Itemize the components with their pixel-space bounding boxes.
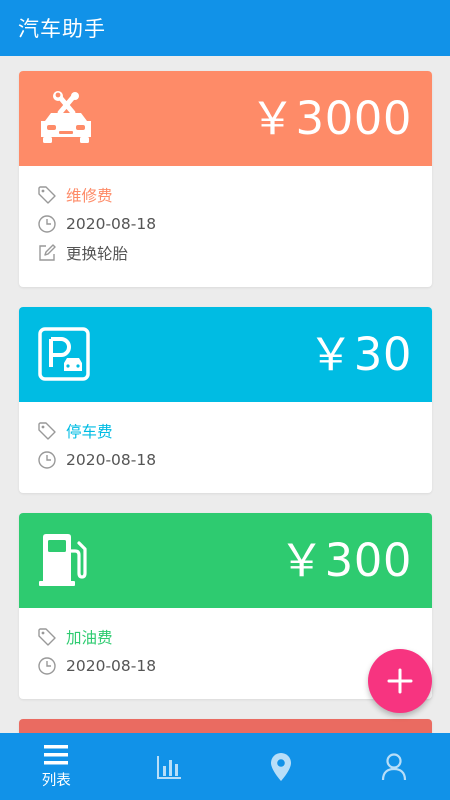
- expense-card-parking[interactable]: ￥30 停车费 2020-08-18: [19, 307, 432, 493]
- tag-icon: [37, 627, 57, 647]
- category-label: 加油费: [66, 628, 113, 647]
- amount-text: ￥300: [279, 534, 412, 587]
- clock-icon: [37, 214, 57, 234]
- category-row: 停车费: [37, 416, 432, 445]
- category-label: 停车费: [66, 422, 113, 441]
- card-header: ￥30: [19, 307, 432, 407]
- nav-item-list[interactable]: 列表: [0, 733, 113, 800]
- scallop-edge: [19, 161, 432, 171]
- category-row: 加油费: [37, 622, 432, 651]
- card-header: ￥300: [19, 513, 432, 613]
- list-icon: [43, 744, 69, 766]
- fuel-pump-icon: [37, 533, 95, 589]
- date-row: 2020-08-18: [37, 209, 432, 238]
- app-title: 汽车助手: [18, 17, 106, 41]
- date-row: 2020-08-18: [37, 445, 432, 474]
- car-repair-icon: [37, 91, 95, 147]
- nav-item-stats[interactable]: [113, 733, 226, 800]
- location-icon: [269, 752, 293, 782]
- category-row: 维修费: [37, 180, 432, 209]
- date-text: 2020-08-18: [66, 656, 157, 675]
- amount-text: ￥30: [308, 328, 412, 381]
- tag-icon: [37, 185, 57, 205]
- nav-item-profile[interactable]: [338, 733, 450, 800]
- note-text: 更换轮胎: [66, 244, 129, 263]
- note-row: 更换轮胎: [37, 238, 432, 267]
- user-icon: [381, 752, 407, 781]
- clock-icon: [37, 656, 57, 676]
- nav-item-location[interactable]: [225, 733, 338, 800]
- date-text: 2020-08-18: [66, 450, 157, 469]
- bottom-nav: 列表: [0, 733, 450, 800]
- app-bar: 汽车助手: [0, 0, 450, 56]
- add-expense-button[interactable]: [368, 649, 432, 713]
- expense-card-partial[interactable]: [19, 719, 432, 733]
- tag-icon: [37, 421, 57, 441]
- date-text: 2020-08-18: [66, 214, 157, 233]
- clock-icon: [37, 450, 57, 470]
- card-body: 停车费 2020-08-18: [19, 402, 432, 474]
- amount-text: ￥3000: [249, 92, 412, 145]
- plus-icon: [387, 668, 413, 694]
- scallop-edge: [19, 397, 432, 407]
- expense-list[interactable]: ￥3000 维修费 2020-08-18 更换轮胎 ￥30 停车费 2020-0…: [0, 56, 450, 733]
- bar-chart-icon: [156, 754, 182, 780]
- card-body: 维修费 2020-08-18 更换轮胎: [19, 166, 432, 267]
- nav-item-label: 列表: [41, 772, 71, 789]
- scallop-edge: [19, 603, 432, 613]
- parking-icon: [37, 327, 95, 383]
- expense-card-repair[interactable]: ￥3000 维修费 2020-08-18 更换轮胎: [19, 71, 432, 287]
- card-header: ￥3000: [19, 71, 432, 171]
- edit-icon: [37, 243, 57, 263]
- category-label: 维修费: [66, 186, 113, 205]
